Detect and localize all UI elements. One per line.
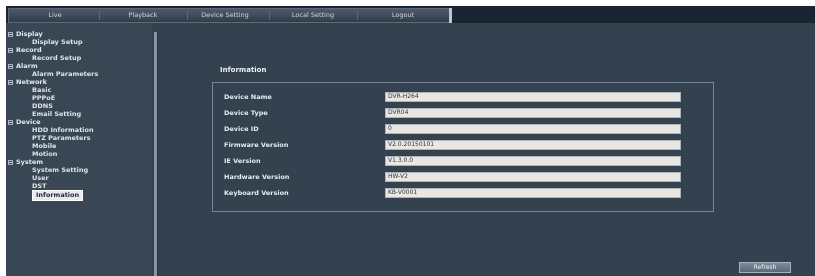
menu-category-label: Record: [16, 46, 42, 54]
menu-category-device[interactable]: Device: [8, 118, 41, 126]
collapse-icon[interactable]: [8, 119, 13, 125]
tab-strip: Live Playback Device Setting Local Setting L…: [8, 8, 450, 23]
menu-item-hdd-information[interactable]: HDD Information: [32, 126, 94, 134]
panel-title: Information: [220, 66, 267, 74]
collapse-icon[interactable]: [8, 79, 13, 85]
menu-item-pppoe[interactable]: PPPoE: [32, 94, 55, 102]
info-value-field: HW-V2: [385, 172, 681, 182]
menu-item-ptz-parameters[interactable]: PTZ Parameters: [32, 134, 91, 142]
info-row: IE Version V1.3.0.0: [213, 155, 713, 168]
menu-item-mobile[interactable]: Mobile: [32, 142, 56, 150]
menu-item-information[interactable]: Information: [32, 190, 84, 201]
menu-item-email-setting[interactable]: Email Setting: [32, 110, 81, 118]
menu-category-alarm[interactable]: Alarm: [8, 62, 38, 70]
sidebar-divider-shadow: [157, 32, 158, 276]
menu-item-record-setup[interactable]: Record Setup: [32, 54, 81, 62]
tab-separator: [357, 11, 358, 20]
info-value-field: DVR-H264: [385, 92, 681, 102]
info-value-field: V1.3.0.0: [385, 156, 681, 166]
info-value-field: DVR04: [385, 108, 681, 118]
tab-separator: [99, 11, 100, 20]
menu-category-label: Display: [16, 30, 43, 38]
info-label: Hardware Version: [224, 173, 290, 181]
info-row: Device Name DVR-H264: [213, 91, 713, 104]
collapse-icon[interactable]: [8, 47, 13, 53]
sidebar-menu: Display Display Setup Record Record Setup Al…: [6, 23, 152, 276]
menu-category-label: Alarm: [16, 62, 38, 70]
info-row: Keyboard Version KB-V0001: [213, 187, 713, 200]
top-menu-bar: Live Playback Device Setting Local Setting L…: [6, 6, 815, 23]
information-group-box: Device Name DVR-H264 Device Type DVR04 Devic…: [212, 82, 714, 212]
info-value-field: KB-V0001: [385, 188, 681, 198]
info-label: Keyboard Version: [224, 189, 289, 197]
menu-category-label: Device: [16, 118, 41, 126]
tab-logout[interactable]: Logout: [361, 9, 445, 22]
info-label: Device Type: [224, 109, 268, 117]
refresh-button[interactable]: Refresh: [739, 262, 791, 273]
menu-item-alarm-parameters[interactable]: Alarm Parameters: [32, 70, 98, 78]
menu-category-system[interactable]: System: [8, 158, 43, 166]
tab-playback[interactable]: Playback: [101, 9, 185, 22]
info-label: Device ID: [224, 125, 259, 133]
tab-separator: [269, 11, 270, 20]
info-label: Firmware Version: [224, 141, 289, 149]
menu-item-motion[interactable]: Motion: [32, 150, 57, 158]
menu-category-display[interactable]: Display: [8, 30, 43, 38]
info-row: Firmware Version V2.0.20150101: [213, 139, 713, 152]
info-label: IE Version: [224, 157, 261, 165]
info-value-field: 0: [385, 124, 681, 134]
menu-item-ddns[interactable]: DDNS: [32, 102, 53, 110]
menu-item-dst[interactable]: DST: [32, 182, 47, 190]
tab-live[interactable]: Live: [13, 9, 97, 22]
tab-local-setting[interactable]: Local Setting: [271, 9, 355, 22]
app-window: Live Playback Device Setting Local Setting L…: [6, 6, 815, 276]
info-row: Hardware Version HW-V2: [213, 171, 713, 184]
info-value-field: V2.0.20150101: [385, 140, 681, 150]
collapse-icon[interactable]: [8, 63, 13, 69]
info-row: Device ID 0: [213, 123, 713, 136]
menu-item-user[interactable]: User: [32, 174, 49, 182]
menu-category-record[interactable]: Record: [8, 46, 42, 54]
menu-item-system-setting[interactable]: System Setting: [32, 166, 88, 174]
tab-device-setting[interactable]: Device Setting: [183, 9, 267, 22]
menu-item-basic[interactable]: Basic: [32, 86, 51, 94]
info-row: Device Type DVR04: [213, 107, 713, 120]
collapse-icon[interactable]: [8, 159, 13, 165]
info-label: Device Name: [224, 93, 272, 101]
collapse-icon[interactable]: [8, 31, 13, 37]
menu-category-label: System: [16, 158, 44, 166]
menu-category-label: Network: [16, 78, 47, 86]
tab-strip-end-marker: [449, 8, 452, 23]
menu-category-network[interactable]: Network: [8, 78, 47, 86]
menu-item-display-setup[interactable]: Display Setup: [32, 38, 83, 46]
